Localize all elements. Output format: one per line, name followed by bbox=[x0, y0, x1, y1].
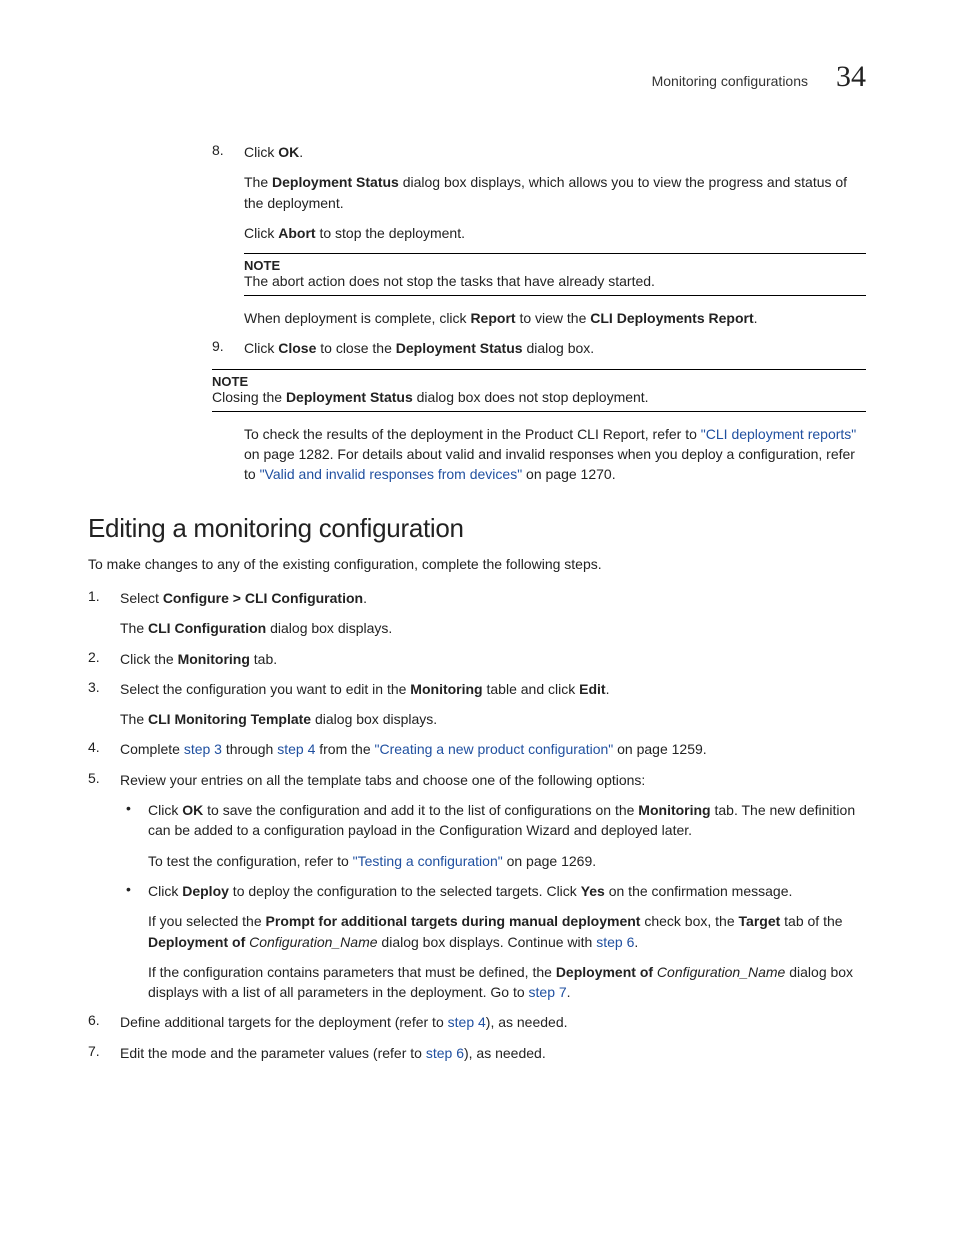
steps-editing: 1. Select Configure > CLI Configuration.… bbox=[88, 588, 866, 1063]
step-number: 4. bbox=[88, 739, 100, 755]
link-valid-invalid-responses[interactable]: "Valid and invalid responses from device… bbox=[260, 466, 523, 482]
step-text: Select the configuration you want to edi… bbox=[120, 679, 866, 699]
step-text: Review your entries on all the template … bbox=[120, 770, 866, 790]
running-title: Monitoring configurations bbox=[652, 73, 808, 89]
step-text: Define additional targets for the deploy… bbox=[120, 1012, 866, 1032]
bullet-body: To test the configuration, refer to "Tes… bbox=[148, 851, 866, 871]
link-cli-deployment-reports[interactable]: "CLI deployment reports" bbox=[701, 426, 856, 442]
bullet-body: If you selected the Prompt for additiona… bbox=[148, 911, 866, 952]
link-step4[interactable]: step 4 bbox=[277, 741, 315, 757]
step-8: 8. Click OK. The Deployment Status dialo… bbox=[212, 142, 866, 328]
step-text: Select Configure > CLI Configuration. bbox=[120, 588, 866, 608]
step-text: Click OK. bbox=[244, 142, 866, 162]
step-number: 8. bbox=[212, 142, 224, 158]
page: Monitoring configurations 34 8. Click OK… bbox=[0, 0, 954, 1235]
step-4: 4. Complete step 3 through step 4 from t… bbox=[88, 739, 866, 759]
note-text: The abort action does not stop the tasks… bbox=[244, 273, 866, 289]
step-number: 7. bbox=[88, 1043, 100, 1059]
bullet-list: Click OK to save the configuration and a… bbox=[120, 800, 866, 1002]
bullet-item: Click Deploy to deploy the configuration… bbox=[120, 881, 866, 1002]
bullet-text: Click OK to save the configuration and a… bbox=[148, 800, 866, 841]
step-number: 9. bbox=[212, 338, 224, 354]
step-body: The CLI Configuration dialog box display… bbox=[120, 618, 866, 638]
step-2: 2. Click the Monitoring tab. bbox=[88, 649, 866, 669]
step-7: 7. Edit the mode and the parameter value… bbox=[88, 1043, 866, 1063]
bullet-item: Click OK to save the configuration and a… bbox=[120, 800, 866, 871]
link-step6-ref[interactable]: step 6 bbox=[426, 1045, 464, 1061]
content: 8. Click OK. The Deployment Status dialo… bbox=[212, 142, 866, 1063]
note-label: NOTE bbox=[212, 374, 866, 389]
step-5: 5. Review your entries on all the templa… bbox=[88, 770, 866, 1003]
bullet-text: Click Deploy to deploy the configuration… bbox=[148, 881, 866, 901]
link-step6[interactable]: step 6 bbox=[596, 934, 634, 950]
step-3: 3. Select the configuration you want to … bbox=[88, 679, 866, 730]
step-6: 6. Define additional targets for the dep… bbox=[88, 1012, 866, 1032]
step-text: Complete step 3 through step 4 from the … bbox=[120, 739, 866, 759]
step-number: 2. bbox=[88, 649, 100, 665]
section-heading: Editing a monitoring configuration bbox=[88, 513, 866, 544]
step-number: 1. bbox=[88, 588, 100, 604]
section-intro: To make changes to any of the existing c… bbox=[88, 554, 866, 574]
step-text: Click Close to close the Deployment Stat… bbox=[244, 338, 866, 358]
chapter-number: 34 bbox=[836, 60, 866, 94]
step-body: Click Abort to stop the deployment. bbox=[244, 223, 866, 243]
step-number: 3. bbox=[88, 679, 100, 695]
note-text: Closing the Deployment Status dialog box… bbox=[212, 389, 866, 405]
steps-continued: 8. Click OK. The Deployment Status dialo… bbox=[212, 142, 866, 485]
note-block: NOTE The abort action does not stop the … bbox=[244, 253, 866, 296]
step-1: 1. Select Configure > CLI Configuration.… bbox=[88, 588, 866, 639]
step-number: 6. bbox=[88, 1012, 100, 1028]
note-block: NOTE Closing the Deployment Status dialo… bbox=[212, 369, 866, 412]
step-text: Click the Monitoring tab. bbox=[120, 649, 866, 669]
link-testing-config[interactable]: "Testing a configuration" bbox=[353, 853, 503, 869]
note-label: NOTE bbox=[244, 258, 866, 273]
link-creating-new-config[interactable]: "Creating a new product configuration" bbox=[375, 741, 614, 757]
running-head: Monitoring configurations 34 bbox=[88, 60, 866, 94]
link-step7[interactable]: step 7 bbox=[529, 984, 567, 1000]
step-body: The CLI Monitoring Template dialog box d… bbox=[120, 709, 866, 729]
step-number: 5. bbox=[88, 770, 100, 786]
step-body: The Deployment Status dialog box display… bbox=[244, 172, 866, 213]
step-9: 9. Click Close to close the Deployment S… bbox=[212, 338, 866, 484]
step-body: To check the results of the deployment i… bbox=[244, 424, 866, 485]
link-step4-ref[interactable]: step 4 bbox=[448, 1014, 486, 1030]
step-body: When deployment is complete, click Repor… bbox=[244, 308, 866, 328]
link-step3[interactable]: step 3 bbox=[184, 741, 222, 757]
bullet-body: If the configuration contains parameters… bbox=[148, 962, 866, 1003]
step-text: Edit the mode and the parameter values (… bbox=[120, 1043, 866, 1063]
